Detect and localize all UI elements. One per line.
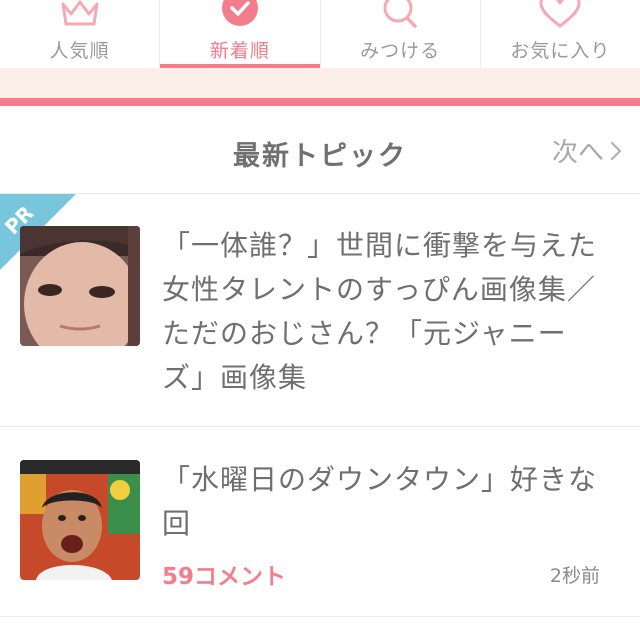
chevron-right-icon [610,141,622,160]
accent-divider [0,98,640,106]
banner-area [0,68,640,98]
heart-icon [539,0,581,28]
next-link[interactable]: 次へ [552,132,622,169]
crown-icon [61,0,99,26]
thumbnail [20,226,140,346]
timestamp: 2秒前 [549,565,600,587]
item-title: 「一体誰？」世間に衝撃を与えた女性タレントのすっぴん画像集／ただのおじさん？「元… [162,229,598,394]
section-title: 最新トピック [233,141,407,172]
search-icon [383,0,417,28]
tab-newest[interactable]: 新着順 [160,0,321,68]
thumbnail [20,460,140,580]
tab-bar: 人気順 新着順 みつける お気に入り [0,0,640,68]
check-circle-icon [221,0,258,26]
tab-newest-label: 新着順 [209,40,270,62]
tab-discover[interactable]: みつける [321,0,481,68]
section-header: 最新トピック 次へ [0,106,640,194]
list-item[interactable]: 「水曜日のダウンタウン」好きな回 59コメント 2秒前 [0,427,640,617]
tab-popular-label: 人気順 [49,40,110,62]
comment-count: 59コメント [162,564,287,590]
thumbnail-image [20,460,140,580]
thumbnail-image [20,226,140,346]
tab-favorites-label: お気に入り [510,40,611,62]
item-title: 「水曜日のダウンタウン」好きな回 [162,463,598,540]
tab-favorites[interactable]: お気に入り [481,0,640,68]
tab-popular[interactable]: 人気順 [0,0,161,68]
list-end [0,617,640,640]
tab-discover-label: みつける [360,40,441,62]
next-label: 次へ [551,138,604,168]
list-item[interactable]: PR 「一体誰？」世間に衝撃を与えた女性タレントのすっぴん画像集／ただのおじさん… [0,194,640,427]
